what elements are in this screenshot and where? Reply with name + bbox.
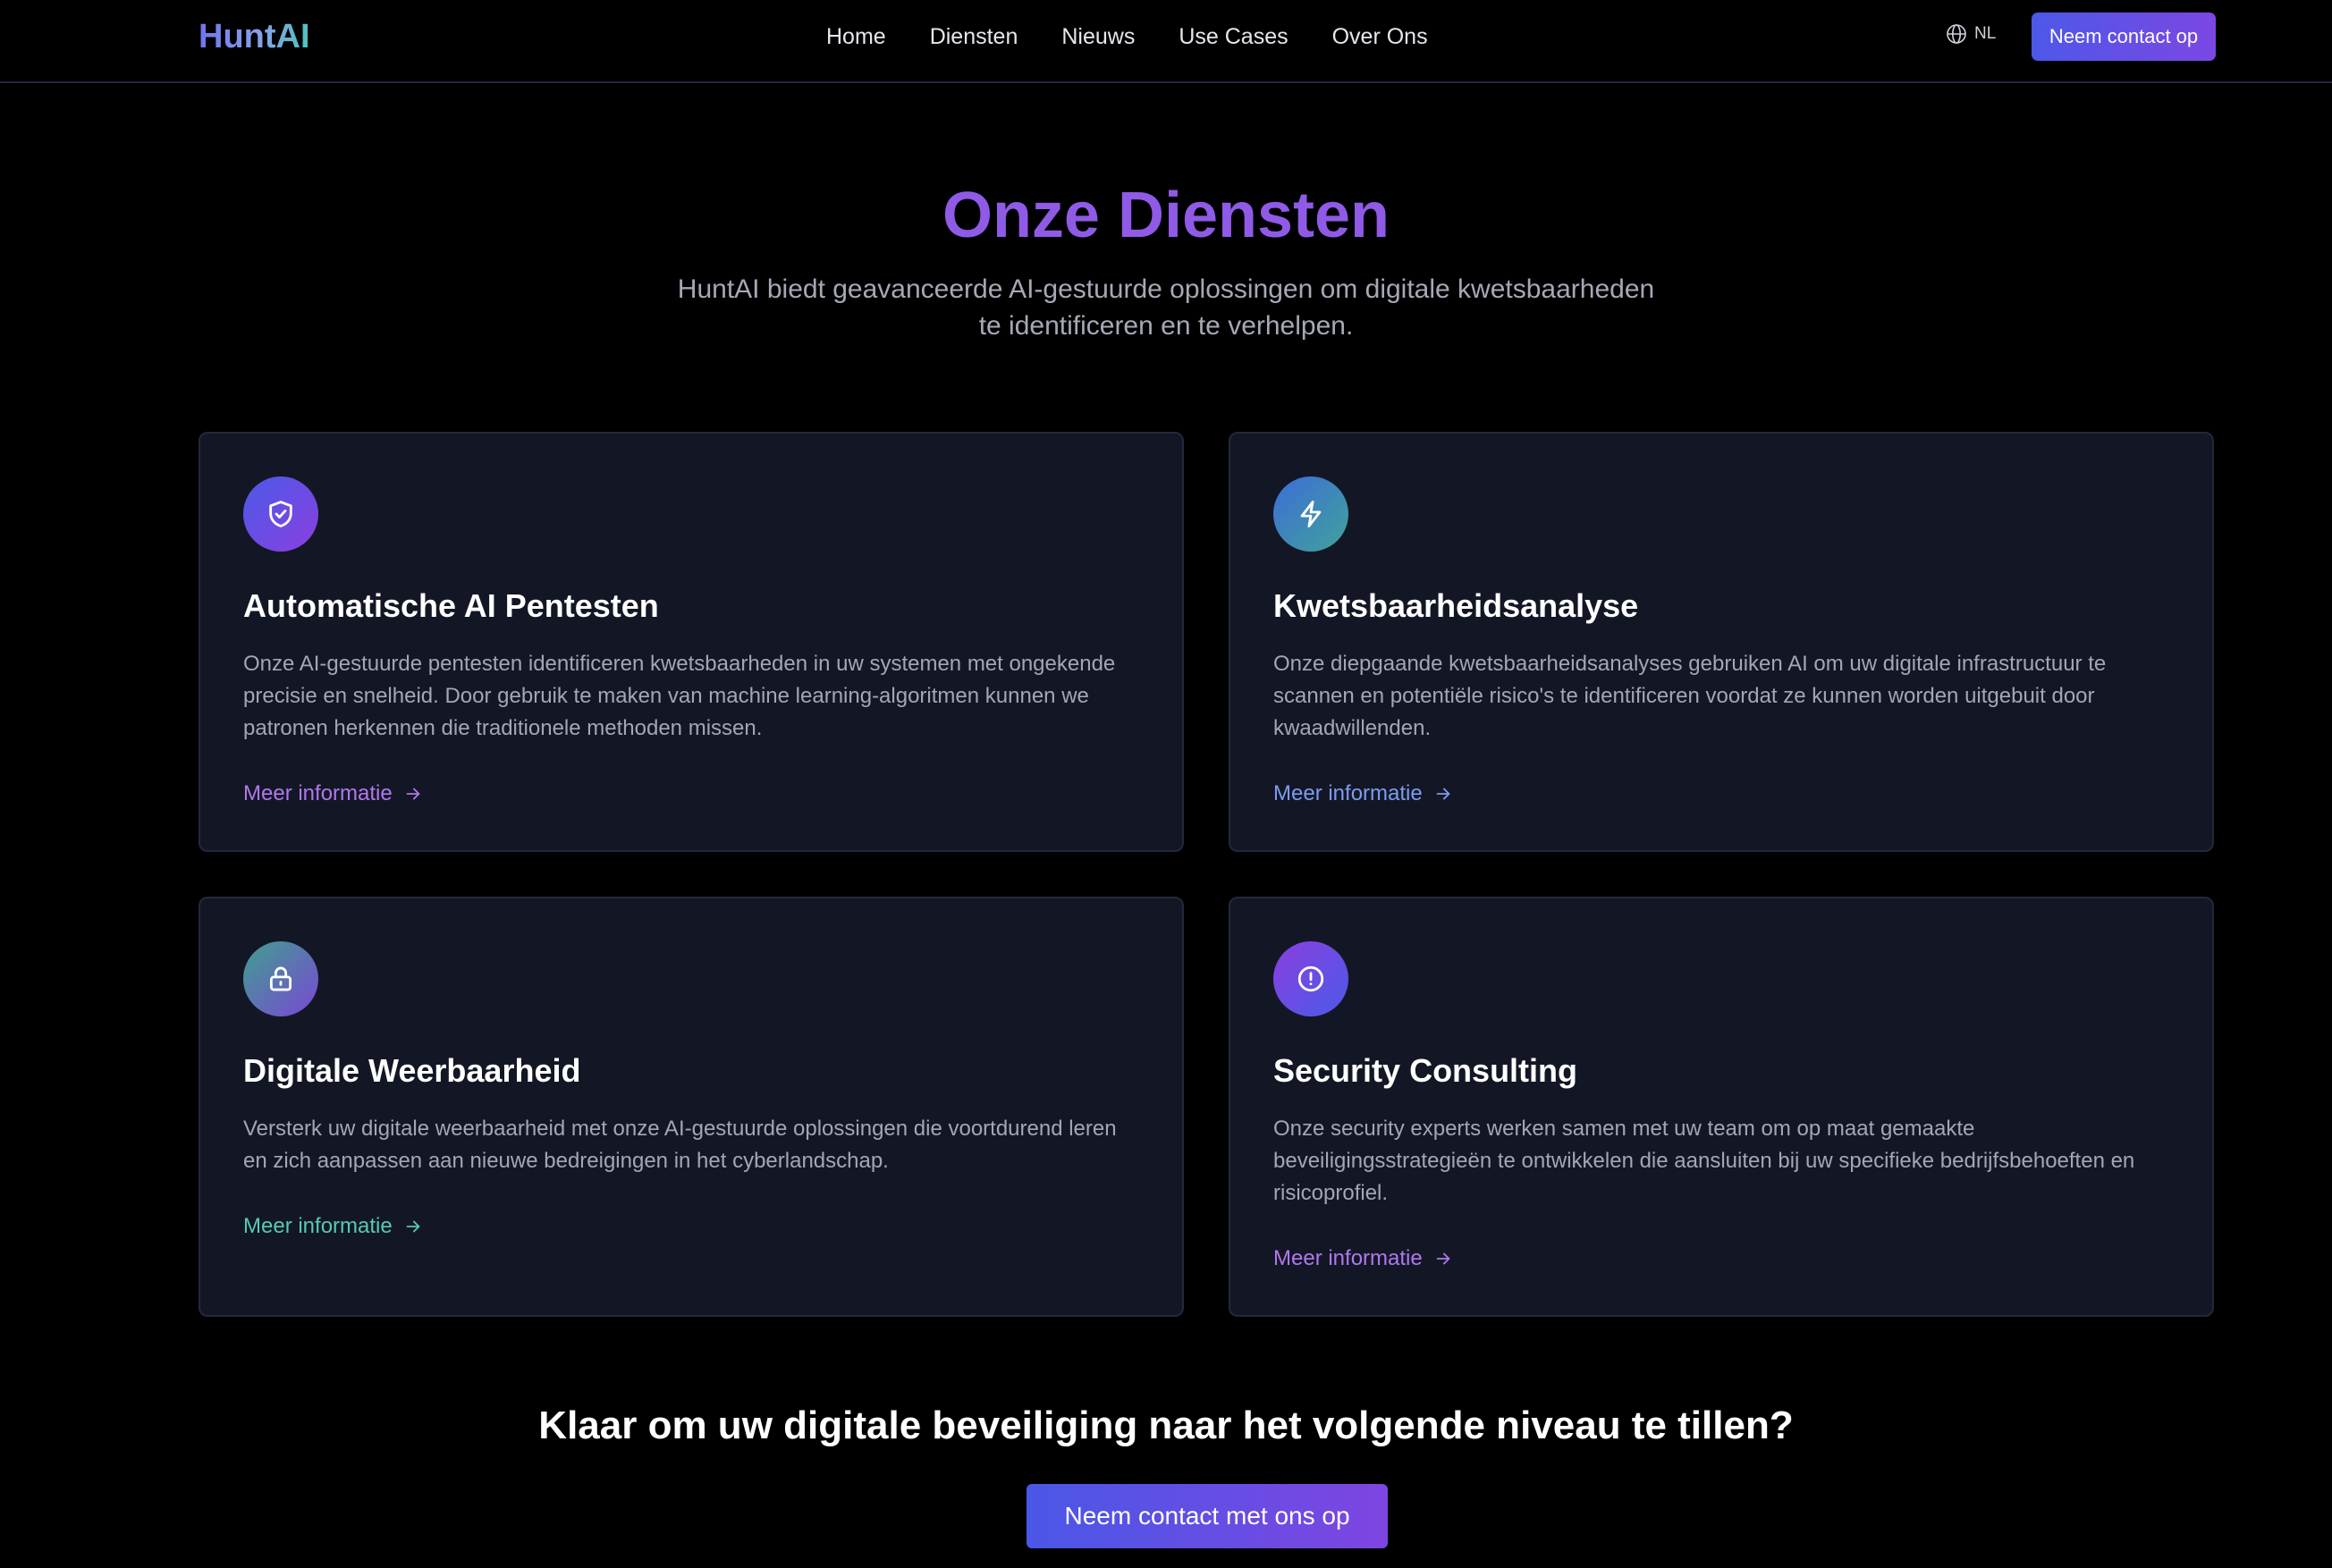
lock-icon [243,941,318,1016]
arrow-right-icon [1436,1252,1450,1265]
globe-icon [1947,24,1966,44]
meer-informatie-link[interactable]: Meer informatie [1273,1243,1453,1275]
card-title: Security Consulting [1273,1052,1578,1089]
meer-informatie-link[interactable]: Meer informatie [243,778,423,810]
service-card-weerbaarheid: Digitale Weerbaarheid Versterk uw digita… [199,897,1184,1317]
lightning-icon [1273,476,1348,552]
page-subtitle: HuntAI biedt geavanceerde AI-gestuurde o… [677,274,1655,341]
card-title: Automatische AI Pentesten [243,587,659,624]
logo[interactable]: HuntAI [199,14,310,59]
navbar: HuntAI Home Diensten Nieuws Use Cases Ov… [0,0,2332,83]
card-title: Digitale Weerbaarheid [243,1052,581,1089]
link-label: Meer informatie [243,781,393,805]
nav-link-home[interactable]: Home [826,20,886,54]
link-label: Meer informatie [1273,781,1423,805]
link-label: Meer informatie [243,1214,393,1238]
service-card-pentesten: Automatische AI Pentesten Onze AI-gestuu… [199,432,1184,852]
card-description: Versterk uw digitale weerbaarheid met on… [243,1117,1117,1173]
alert-circle-icon [1273,941,1348,1016]
card-title: Kwetsbaarheidsanalyse [1273,587,1639,624]
card-description: Onze AI-gestuurde pentesten identificere… [243,652,1116,740]
language-selector[interactable]: NL [1946,23,1996,45]
page-title: Onze Diensten [942,180,1390,251]
cta-title: Klaar om uw digitale beveiliging naar he… [538,1404,1794,1447]
shield-check-icon [243,476,318,552]
service-card-security-consulting: Security Consulting Onze security expert… [1229,897,2214,1317]
nav-link-nieuws[interactable]: Nieuws [1061,20,1135,54]
arrow-right-icon [1436,788,1450,800]
card-description: Onze security experts werken samen met u… [1273,1117,2135,1205]
contact-button[interactable]: Neem contact op [2032,13,2216,61]
nav-link-use-cases[interactable]: Use Cases [1179,20,1288,54]
service-card-kwetsbaarheidsanalyse: Kwetsbaarheidsanalyse Onze diepgaande kw… [1229,432,2214,852]
card-description: Onze diepgaande kwetsbaarheidsanalyses g… [1273,652,2107,740]
arrow-right-icon [406,788,420,800]
nav-link-over-ons[interactable]: Over Ons [1332,20,1428,54]
meer-informatie-link[interactable]: Meer informatie [243,1210,423,1243]
contact-us-button[interactable]: Neem contact met ons op [1027,1484,1388,1548]
meer-informatie-link[interactable]: Meer informatie [1273,778,1453,810]
nav-link-diensten[interactable]: Diensten [930,20,1018,54]
link-label: Meer informatie [1273,1246,1423,1270]
arrow-right-icon [406,1220,420,1233]
language-label: NL [1974,24,1997,43]
main-nav: Home Diensten Nieuws Use Cases Over Ons [826,20,1428,54]
